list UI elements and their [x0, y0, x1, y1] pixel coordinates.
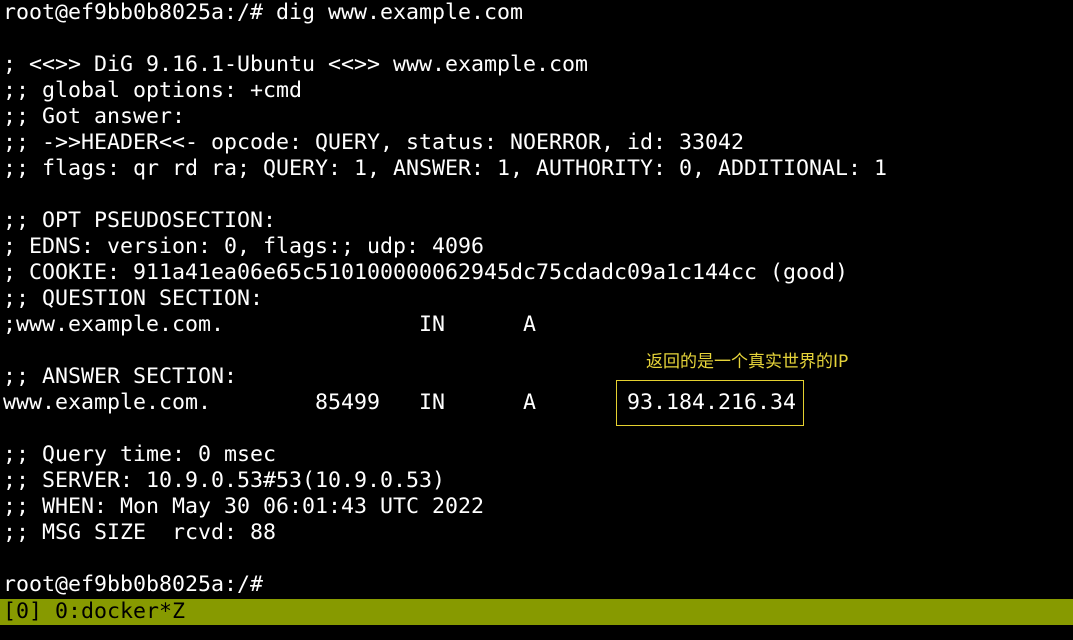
terminal-line-question-section: ;; QUESTION SECTION:: [3, 286, 264, 311]
terminal-window[interactable]: root@ef9bb0b8025a:/# dig www.example.com…: [0, 0, 1073, 640]
terminal-line-prompt[interactable]: root@ef9bb0b8025a:/#: [3, 572, 1071, 598]
terminal-line-answer: www.example.com. 85499 IN A 93.184.216.3…: [3, 390, 797, 415]
terminal-line-when: ;; WHEN: Mon May 30 06:01:43 UTC 2022: [3, 494, 485, 519]
annotation-label: 返回的是一个真实世界的IP: [646, 352, 849, 372]
terminal-line-header: ;; ->>HEADER<<- opcode: QUERY, status: N…: [3, 130, 745, 155]
terminal-line-msg-size: ;; MSG SIZE rcvd: 88: [3, 520, 277, 545]
answer-ip-highlight-box: [616, 380, 804, 426]
terminal-line-server: ;; SERVER: 10.9.0.53#53(10.9.0.53): [3, 468, 446, 493]
terminal-line-got-answer: ;; Got answer:: [3, 104, 186, 129]
terminal-line-answer-section: ;; ANSWER SECTION:: [3, 364, 238, 389]
terminal-line-query-time: ;; Query time: 0 msec: [3, 442, 277, 467]
terminal-line-edns: ; EDNS: version: 0, flags:; udp: 4096: [3, 234, 485, 259]
terminal-line-cookie: ; COOKIE: 911a41ea06e65c510100000062945d…: [3, 260, 849, 285]
terminal-output[interactable]: root@ef9bb0b8025a:/# dig www.example.com…: [3, 0, 1071, 598]
terminal-line-command: root@ef9bb0b8025a:/# dig www.example.com: [3, 0, 524, 25]
terminal-line-opt-section: ;; OPT PSEUDOSECTION:: [3, 208, 277, 233]
terminal-line-global-options: ;; global options: +cmd: [3, 78, 303, 103]
tmux-status-bar[interactable]: [0] 0:docker*Z: [0, 599, 1073, 625]
tmux-window-label[interactable]: [0] 0:docker*Z: [3, 599, 185, 625]
terminal-line-dig-banner: ; <<>> DiG 9.16.1-Ubuntu <<>> www.exampl…: [3, 52, 589, 77]
terminal-line-question: ;www.example.com. IN A: [3, 312, 537, 337]
terminal-line-flags: ;; flags: qr rd ra; QUERY: 1, ANSWER: 1,…: [3, 156, 888, 181]
